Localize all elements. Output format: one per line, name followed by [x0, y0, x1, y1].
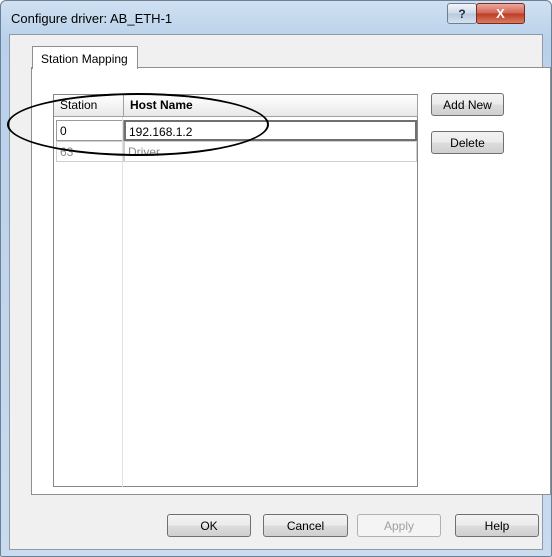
cancel-button[interactable]: Cancel: [263, 514, 348, 537]
column-header-host-name[interactable]: Host Name: [124, 95, 418, 117]
station-cell[interactable]: 0: [56, 120, 124, 141]
add-new-button[interactable]: Add New: [431, 93, 504, 116]
tab-label: Station Mapping: [41, 52, 128, 66]
help-button[interactable]: Help: [455, 514, 539, 537]
apply-button[interactable]: Apply: [357, 514, 441, 537]
ok-button[interactable]: OK: [167, 514, 251, 537]
help-icon[interactable]: ?: [447, 3, 477, 24]
delete-button[interactable]: Delete: [431, 131, 504, 154]
host-name-cell[interactable]: Driver: [124, 141, 417, 162]
host-name-value: Driver: [128, 145, 160, 159]
station-mapping-grid[interactable]: Station Host Name 0 192.168.1.2 63 Drive…: [53, 94, 418, 487]
tab-station-mapping[interactable]: Station Mapping: [32, 46, 138, 69]
host-name-value: 192.168.1.2: [129, 125, 193, 139]
close-icon[interactable]: X: [476, 3, 525, 24]
station-value: 0: [60, 124, 67, 138]
station-cell[interactable]: 63: [56, 141, 124, 162]
window-title: Configure driver: AB_ETH-1: [11, 11, 173, 26]
column-header-station[interactable]: Station: [54, 95, 124, 117]
title-bar[interactable]: Configure driver: AB_ETH-1 ? X: [1, 1, 551, 34]
station-value: 63: [60, 145, 74, 159]
column-divider: [122, 117, 123, 487]
host-name-cell[interactable]: 192.168.1.2: [124, 120, 417, 141]
